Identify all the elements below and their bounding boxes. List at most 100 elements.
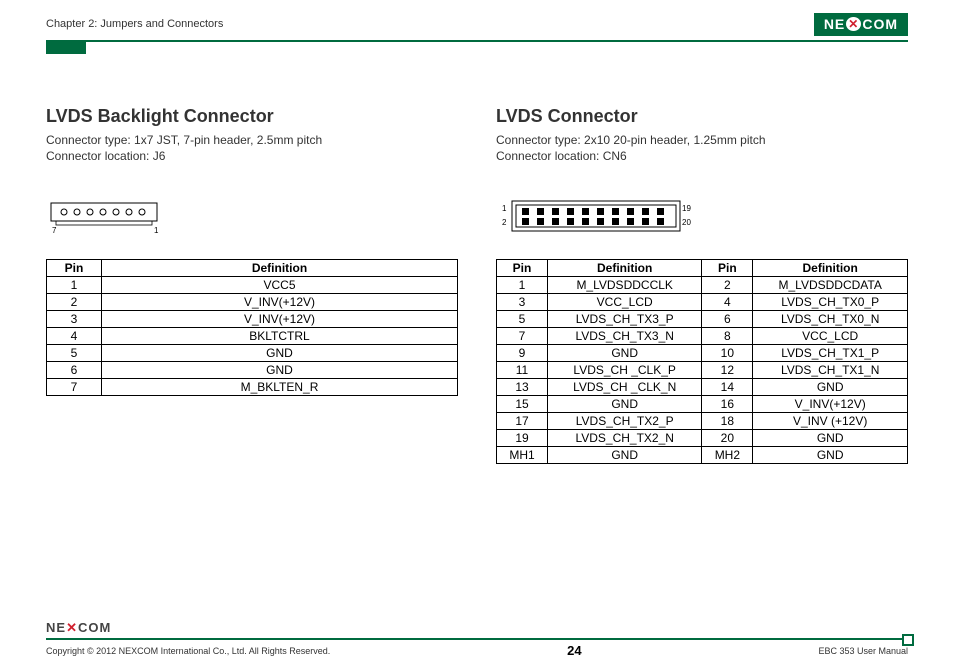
pin-cell: 17	[497, 413, 548, 430]
copyright: Copyright © 2012 NEXCOM International Co…	[46, 646, 330, 656]
pin-cell: 6	[47, 362, 102, 379]
pin-cell: 16	[702, 396, 753, 413]
pin-cell: 4	[702, 294, 753, 311]
def-cell: V_INV (+12V)	[753, 413, 908, 430]
def-cell: LVDS_CH_TX2_P	[548, 413, 702, 430]
pin-cell: 7	[497, 328, 548, 345]
pin-cell: MH1	[497, 447, 548, 464]
svg-text:1: 1	[154, 226, 159, 235]
def-cell: GND	[548, 447, 702, 464]
pin-cell: 14	[702, 379, 753, 396]
table-row: 7M_BKLTEN_R	[47, 379, 458, 396]
header-rule	[46, 40, 908, 42]
pin-table-cn6: Pin Definition Pin Definition 1M_LVDSDDC…	[496, 259, 908, 464]
th-pin: Pin	[497, 260, 548, 277]
table-row: MH1GNDMH2GND	[497, 447, 908, 464]
pin-cell: 2	[47, 294, 102, 311]
svg-text:1: 1	[502, 204, 507, 213]
def-cell: VCC5	[102, 277, 458, 294]
table-row: 13LVDS_CH _CLK_N14GND	[497, 379, 908, 396]
pin-cell: 5	[497, 311, 548, 328]
pin-cell: 5	[47, 345, 102, 362]
pin-cell: 1	[497, 277, 548, 294]
chapter-title: Chapter 2: Jumpers and Connectors	[46, 18, 223, 30]
pin-cell: MH2	[702, 447, 753, 464]
def-cell: LVDS_CH_TX3_N	[548, 328, 702, 345]
def-cell: LVDS_CH_TX0_N	[753, 311, 908, 328]
table-row: 6GND	[47, 362, 458, 379]
pin-cell: 8	[702, 328, 753, 345]
def-cell: M_LVDSDDCDATA	[753, 277, 908, 294]
def-cell: GND	[548, 396, 702, 413]
def-cell: V_INV(+12V)	[102, 311, 458, 328]
table-row: 4BKLTCTRL	[47, 328, 458, 345]
def-cell: GND	[753, 447, 908, 464]
def-cell: LVDS_CH_TX1_N	[753, 362, 908, 379]
def-cell: LVDS_CH_TX1_P	[753, 345, 908, 362]
pin-cell: 9	[497, 345, 548, 362]
brand-logo-top: NE✕COM	[814, 13, 908, 36]
section-title: LVDS Connector	[496, 106, 908, 127]
tbody-j6: 1VCC52V_INV(+12V)3V_INV(+12V)4BKLTCTRL5G…	[47, 277, 458, 396]
def-cell: LVDS_CH _CLK_P	[548, 362, 702, 379]
brand-logo-bottom: NE✕COM	[46, 620, 908, 636]
table-row: 2V_INV(+12V)	[47, 294, 458, 311]
connector-location: Connector location: J6	[46, 149, 458, 163]
table-row: 7LVDS_CH_TX3_N8VCC_LCD	[497, 328, 908, 345]
tbody-cn6: 1M_LVDSDDCCLK2M_LVDSDDCDATA3VCC_LCD4LVDS…	[497, 277, 908, 464]
def-cell: V_INV(+12V)	[102, 294, 458, 311]
th-pin2: Pin	[702, 260, 753, 277]
lvds-connector-section: LVDS Connector Connector type: 2x10 20-p…	[496, 106, 908, 464]
pin-cell: 7	[47, 379, 102, 396]
pin-table-j6: Pin Definition 1VCC52V_INV(+12V)3V_INV(+…	[46, 259, 458, 396]
table-row: 19LVDS_CH_TX2_N20GND	[497, 430, 908, 447]
def-cell: V_INV(+12V)	[753, 396, 908, 413]
def-cell: GND	[753, 430, 908, 447]
def-cell: M_BKLTEN_R	[102, 379, 458, 396]
svg-text:20: 20	[682, 218, 691, 227]
pin-cell: 18	[702, 413, 753, 430]
def-cell: LVDS_CH_TX2_N	[548, 430, 702, 447]
th-pin: Pin	[47, 260, 102, 277]
table-row: 1M_LVDSDDCCLK2M_LVDSDDCDATA	[497, 277, 908, 294]
pin-cell: 19	[497, 430, 548, 447]
th-def2: Definition	[753, 260, 908, 277]
def-cell: GND	[548, 345, 702, 362]
def-cell: VCC_LCD	[548, 294, 702, 311]
table-row: 5GND	[47, 345, 458, 362]
table-row: 9GND10LVDS_CH_TX1_P	[497, 345, 908, 362]
table-row: 5LVDS_CH_TX3_P6LVDS_CH_TX0_N	[497, 311, 908, 328]
table-row: 11LVDS_CH _CLK_P12LVDS_CH_TX1_N	[497, 362, 908, 379]
def-cell: VCC_LCD	[753, 328, 908, 345]
pin-cell: 12	[702, 362, 753, 379]
section-title: LVDS Backlight Connector	[46, 106, 458, 127]
pin-cell: 13	[497, 379, 548, 396]
connector-type: Connector type: 2x10 20-pin header, 1.25…	[496, 133, 908, 147]
pin-cell: 3	[497, 294, 548, 311]
pin-cell: 3	[47, 311, 102, 328]
connector-diagram-j6: 7 1	[46, 195, 458, 235]
def-cell: LVDS_CH _CLK_N	[548, 379, 702, 396]
pin-cell: 6	[702, 311, 753, 328]
pin-cell: 4	[47, 328, 102, 345]
pin-cell: 10	[702, 345, 753, 362]
connector-diagram-cn6: 1 2 19 20	[496, 195, 908, 235]
pin-cell: 2	[702, 277, 753, 294]
def-cell: GND	[102, 345, 458, 362]
def-cell: GND	[753, 379, 908, 396]
table-row: 3V_INV(+12V)	[47, 311, 458, 328]
lvds-backlight-section: LVDS Backlight Connector Connector type:…	[46, 106, 458, 464]
def-cell: M_LVDSDDCCLK	[548, 277, 702, 294]
th-def: Definition	[102, 260, 458, 277]
pin-cell: 20	[702, 430, 753, 447]
def-cell: LVDS_CH_TX3_P	[548, 311, 702, 328]
pin-cell: 11	[497, 362, 548, 379]
def-cell: GND	[102, 362, 458, 379]
table-row: 15GND16V_INV(+12V)	[497, 396, 908, 413]
accent-block	[46, 42, 86, 54]
svg-text:7: 7	[52, 226, 57, 235]
th-def: Definition	[548, 260, 702, 277]
table-row: 17LVDS_CH_TX2_P18V_INV (+12V)	[497, 413, 908, 430]
page-number: 24	[567, 643, 581, 658]
pin-cell: 15	[497, 396, 548, 413]
